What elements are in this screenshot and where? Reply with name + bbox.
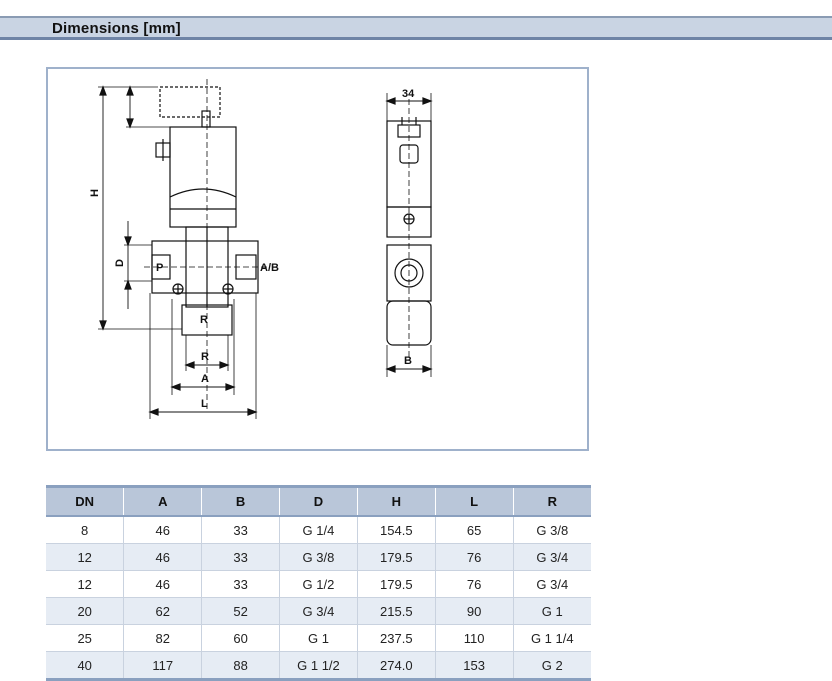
table-cell: 33 <box>201 543 281 571</box>
dim-label-l: L <box>201 398 208 410</box>
table-cell: G 3/4 <box>513 570 591 598</box>
table-cell: 65 <box>435 516 514 544</box>
table-cell: 237.5 <box>357 624 436 652</box>
table-cell: 76 <box>435 543 514 571</box>
table-cell: G 3/8 <box>513 516 591 544</box>
table-cell: G 1/4 <box>279 516 358 544</box>
table-cell: 179.5 <box>357 570 436 598</box>
connector-pin <box>201 110 211 128</box>
section-header-bar: Dimensions [mm] <box>0 16 832 40</box>
dim-label-h: H <box>89 189 101 197</box>
section-title: Dimensions [mm] <box>52 20 181 37</box>
table-cell: 62 <box>123 597 203 625</box>
table-cell: 76 <box>435 570 514 598</box>
port-label-p: P <box>156 262 163 274</box>
connector-outline <box>159 86 221 118</box>
table-cell: 274.0 <box>357 651 436 681</box>
table-cell: 82 <box>123 624 203 652</box>
table-cell: G 1 <box>513 597 591 625</box>
table-cell: 117 <box>123 651 203 681</box>
valve-drawing-svg: H D P A/B R R A L 34 B <box>89 79 433 419</box>
table-row: 40 117 88 G 1 1/2 274.0 153 G 2 <box>46 651 591 681</box>
table-cell: G 3/4 <box>279 597 358 625</box>
dim-label-r-inner: R <box>200 314 208 326</box>
dim-label-r: R <box>201 351 209 363</box>
table-row: 8 46 33 G 1/4 154.5 65 G 3/8 <box>46 516 591 544</box>
dim-label-b: B <box>404 355 412 367</box>
table-cell: G 2 <box>513 651 591 681</box>
column-header: H <box>357 485 436 517</box>
dimensions-table-wrapper: DN A B D H L R 8 46 33 G 1/4 154.5 65 G … <box>46 485 591 681</box>
table-cell: 52 <box>201 597 281 625</box>
table-cell: 110 <box>435 624 514 652</box>
table-cell: 90 <box>435 597 514 625</box>
table-cell: 12 <box>46 543 125 571</box>
dimension-drawing: H D P A/B R R A L 34 B <box>46 67 589 451</box>
table-cell: 33 <box>201 570 281 598</box>
table-cell: G 1 1/4 <box>513 624 591 652</box>
table-cell: 179.5 <box>357 543 436 571</box>
dim-label-a: A <box>201 373 209 385</box>
table-cell: G 1 <box>279 624 358 652</box>
table-row: 25 82 60 G 1 237.5 110 G 1 1/4 <box>46 624 591 652</box>
table-cell: 33 <box>201 516 281 544</box>
column-header: DN <box>46 485 125 517</box>
column-header: B <box>201 485 281 517</box>
table-cell: G 3/8 <box>279 543 358 571</box>
table-cell: 8 <box>46 516 125 544</box>
table-cell: 154.5 <box>357 516 436 544</box>
table-cell: 60 <box>201 624 281 652</box>
table-cell: 46 <box>123 516 203 544</box>
table-header-row: DN A B D H L R <box>46 485 591 517</box>
column-header: D <box>279 485 358 517</box>
coil-body <box>169 126 237 228</box>
column-header: A <box>123 485 203 517</box>
table-cell: 215.5 <box>357 597 436 625</box>
table-cell: 40 <box>46 651 125 681</box>
column-header: R <box>513 485 591 517</box>
port-label-ab: A/B <box>260 262 279 274</box>
table-cell: G 3/4 <box>513 543 591 571</box>
table-cell: 25 <box>46 624 125 652</box>
dim-label-d: D <box>114 259 126 267</box>
table-cell: 46 <box>123 543 203 571</box>
table-cell: G 1/2 <box>279 570 358 598</box>
table-cell: 12 <box>46 570 125 598</box>
table-row: 12 46 33 G 1/2 179.5 76 G 3/4 <box>46 570 591 598</box>
table-cell: 153 <box>435 651 514 681</box>
table-row: 12 46 33 G 3/8 179.5 76 G 3/4 <box>46 543 591 571</box>
table-cell: 88 <box>201 651 281 681</box>
table-cell: 20 <box>46 597 125 625</box>
coil-dome <box>169 188 237 198</box>
table-cell: 46 <box>123 570 203 598</box>
column-header: L <box>435 485 514 517</box>
dimensions-table: DN A B D H L R 8 46 33 G 1/4 154.5 65 G … <box>46 485 591 681</box>
dim-label-34: 34 <box>402 88 415 100</box>
table-cell: G 1 1/2 <box>279 651 358 681</box>
table-row: 20 62 52 G 3/4 215.5 90 G 1 <box>46 597 591 625</box>
